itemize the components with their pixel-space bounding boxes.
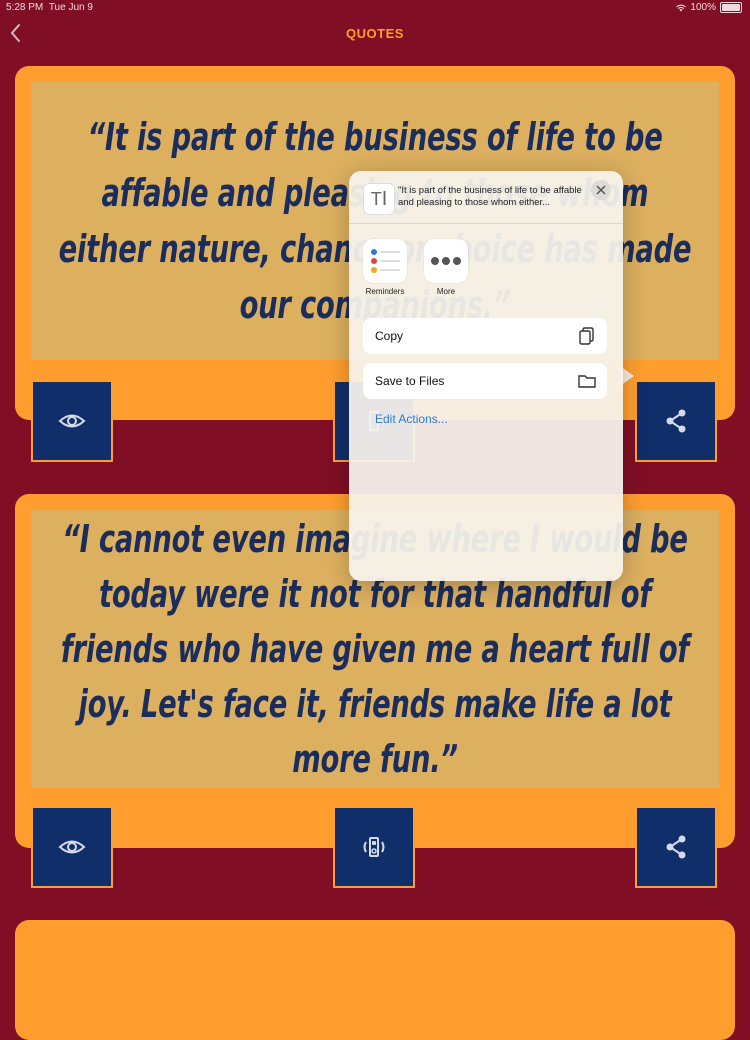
eye-icon — [58, 414, 86, 428]
status-time: 5:28 PM — [6, 2, 44, 13]
copy-icon — [579, 327, 594, 345]
share-icon — [666, 409, 686, 433]
action-label: Copy — [375, 329, 404, 343]
edit-actions-link[interactable]: Edit Actions... — [375, 412, 448, 426]
text-document-icon: TI — [363, 183, 395, 215]
quote-card — [15, 920, 735, 1040]
eye-icon — [58, 840, 86, 854]
share-button[interactable] — [635, 806, 717, 888]
nav-bar: QUOTES — [0, 16, 750, 50]
share-icon — [666, 835, 686, 859]
speak-button[interactable] — [333, 806, 415, 888]
status-right: 100% — [676, 2, 742, 13]
status-date: Tue Jun 9 — [48, 2, 93, 13]
app-label: Reminders — [365, 287, 405, 296]
folder-icon — [578, 375, 596, 388]
close-button[interactable] — [591, 180, 611, 200]
share-preview: TI "It is part of the business of life t… — [349, 171, 623, 224]
status-bar: 5:28 PM Tue Jun 9 100% — [0, 0, 750, 16]
wifi-icon — [676, 4, 687, 11]
view-button[interactable] — [31, 380, 113, 462]
close-icon — [596, 185, 606, 195]
battery-percent: 100% — [690, 2, 716, 13]
battery-icon — [720, 2, 742, 13]
more-icon — [424, 239, 468, 283]
save-to-files-action[interactable]: Save to Files — [363, 363, 607, 399]
share-button[interactable] — [635, 380, 717, 462]
action-label: Save to Files — [375, 374, 445, 388]
view-button[interactable] — [31, 806, 113, 888]
app-label: More — [436, 287, 456, 296]
share-sheet: TI "It is part of the business of life t… — [349, 171, 623, 581]
status-time-date: 5:28 PM Tue Jun 9 — [6, 2, 93, 13]
speaker-icon — [363, 837, 385, 857]
page-title: QUOTES — [346, 26, 404, 41]
copy-action[interactable]: Copy — [363, 318, 607, 354]
share-preview-text: "It is part of the business of life to b… — [398, 185, 582, 208]
share-app-reminders[interactable]: Reminders — [363, 239, 407, 296]
share-app-more[interactable]: More — [424, 239, 468, 296]
reminders-icon — [363, 239, 407, 283]
